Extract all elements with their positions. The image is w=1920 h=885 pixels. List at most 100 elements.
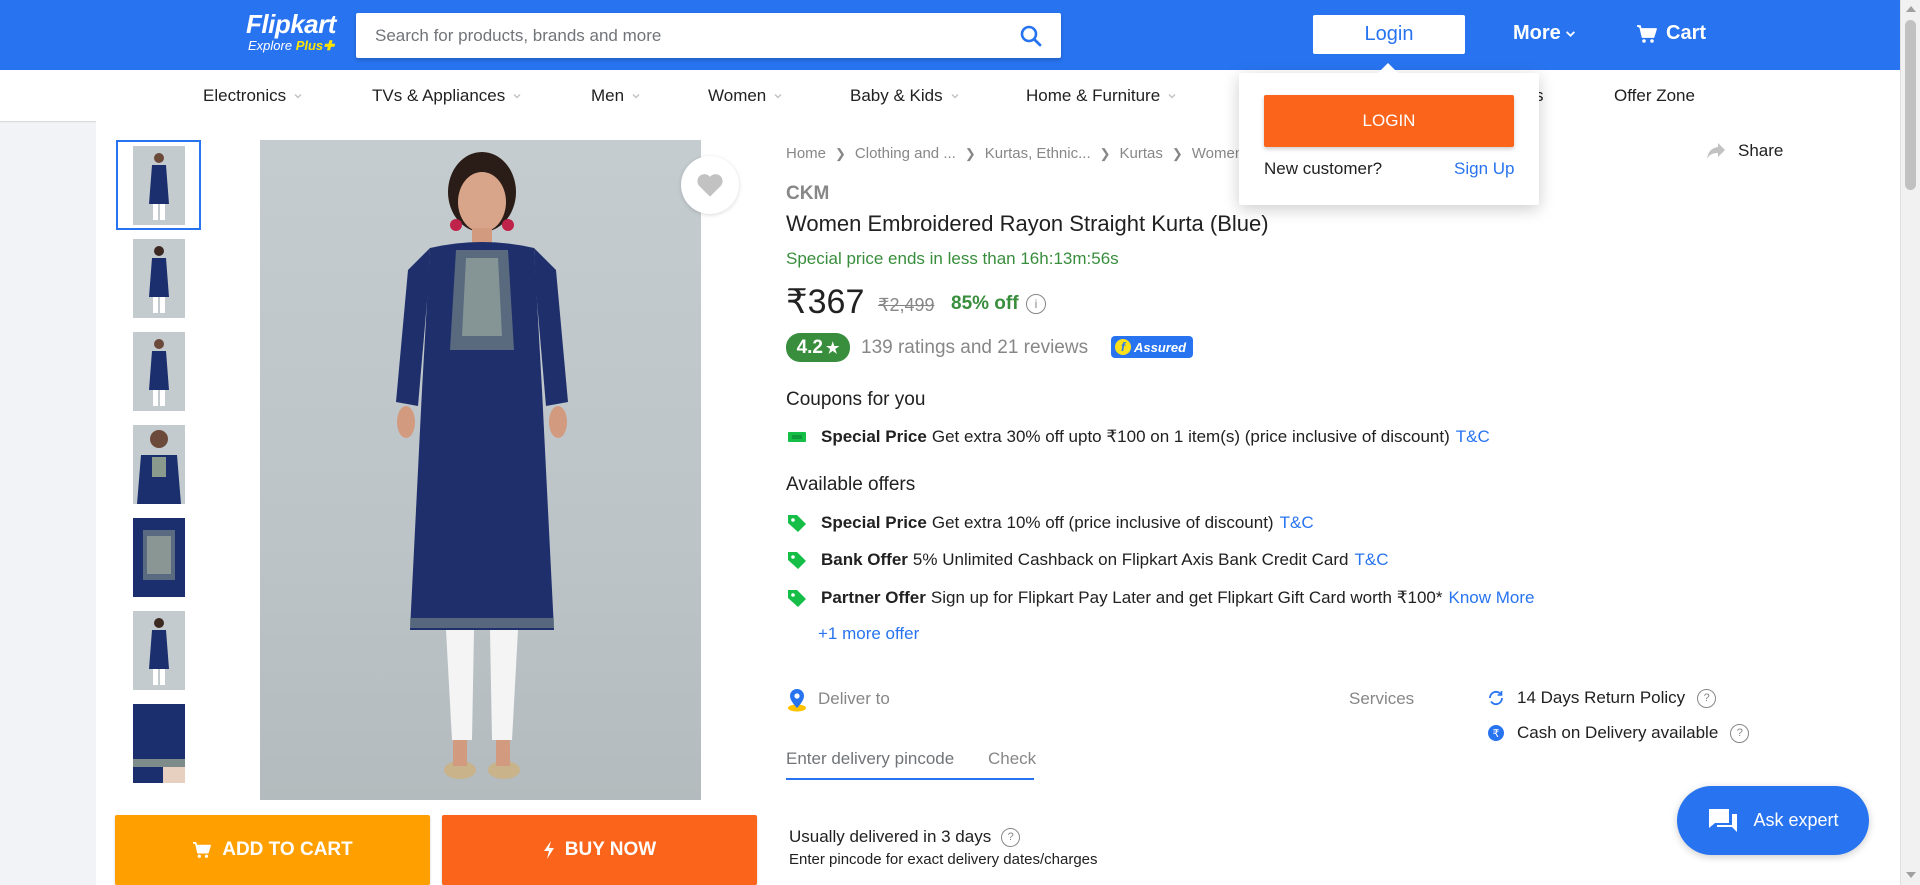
rating-summary[interactable]: 139 ratings and 21 reviews	[861, 337, 1088, 359]
thumbnail-5[interactable]	[116, 512, 201, 602]
chevron-right-icon: ❯	[964, 145, 976, 161]
product-main-image[interactable]	[260, 140, 701, 800]
product-brand: CKM	[786, 183, 830, 204]
thumbnail-3[interactable]	[116, 326, 201, 416]
category-baby-kids[interactable]: Baby & Kids	[850, 86, 960, 106]
thumbnail-1[interactable]	[116, 140, 201, 230]
category-home-furniture[interactable]: Home & Furniture	[1026, 86, 1177, 106]
share-icon	[1707, 143, 1725, 159]
search-icon[interactable]	[1019, 24, 1043, 48]
sign-up-link[interactable]: Sign Up	[1454, 159, 1514, 179]
chevron-right-icon: ❯	[835, 145, 846, 161]
help-icon[interactable]: ?	[1001, 827, 1021, 847]
breadcrumb-item[interactable]: Home	[786, 145, 826, 162]
chevron-right-icon: ❯	[1171, 145, 1183, 161]
rupee-coin-icon: ₹	[1488, 725, 1504, 741]
breadcrumb: Home ❯ Clothing and ... ❯ Kurtas, Ethnic..…	[786, 145, 1268, 162]
rating-badge[interactable]: 4.2 ★	[786, 333, 850, 362]
tag-icon	[788, 552, 806, 569]
lightning-icon	[543, 841, 554, 859]
page-scrollbar[interactable]	[1900, 0, 1920, 885]
thumbnail-2[interactable]	[116, 233, 201, 323]
top-header: Flipkart Explore Plus✚ Login More Cart	[0, 0, 1900, 70]
tag-icon	[788, 515, 806, 532]
service-item: ₹ Cash on Delivery available ?	[1487, 723, 1750, 743]
share-button[interactable]: Share	[1706, 141, 1783, 161]
thumbnail-6[interactable]	[116, 605, 201, 695]
heart-icon	[697, 174, 723, 197]
thumbnail-7[interactable]	[116, 698, 201, 788]
login-button[interactable]: Login	[1313, 15, 1465, 54]
check-pincode-button[interactable]: Check	[988, 749, 1036, 769]
pincode-input[interactable]	[786, 749, 976, 769]
scroll-up-arrow-icon[interactable]	[1906, 6, 1916, 12]
chevron-down-icon	[294, 94, 302, 99]
cart-icon	[193, 841, 212, 858]
pincode-field: Check	[786, 740, 1036, 780]
info-icon[interactable]: i	[1026, 294, 1046, 314]
chevron-down-icon	[774, 94, 782, 99]
offer-tc-link[interactable]: T&C	[1280, 513, 1314, 533]
product-mrp: ₹2,499	[878, 295, 935, 315]
offer-know-more-link[interactable]: Know More	[1449, 588, 1535, 608]
plus-icon: ✚	[323, 38, 335, 53]
assured-badge: f Assured	[1111, 336, 1193, 358]
product-thumbnail-image	[132, 424, 185, 504]
chevron-down-icon	[1168, 94, 1176, 99]
ask-expert-label: Ask expert	[1753, 810, 1839, 830]
more-menu-button[interactable]: More	[1513, 22, 1576, 45]
product-title: Women Embroidered Rayon Straight Kurta (…	[786, 211, 1269, 236]
rating-value: 4.2	[796, 336, 823, 358]
scrollbar-thumb[interactable]	[1905, 20, 1916, 190]
buy-now-button[interactable]: BUY NOW	[442, 815, 757, 885]
buy-now-label: BUY NOW	[564, 839, 657, 860]
logo-text: Flipkart	[246, 9, 336, 39]
share-label: Share	[1738, 141, 1784, 160]
category-bar: Electronics TVs & Appliances Men Women B…	[0, 70, 1900, 121]
scroll-down-arrow-icon[interactable]	[1906, 872, 1916, 878]
flipkart-f-icon: f	[1115, 339, 1131, 355]
more-label: More	[1513, 22, 1561, 44]
services-label: Services	[1349, 689, 1415, 708]
breadcrumb-item[interactable]: Kurtas	[1120, 145, 1163, 162]
model-illustration	[396, 152, 568, 779]
chevron-down-icon	[513, 94, 521, 99]
product-thumbnail-image	[132, 703, 185, 783]
more-offers-link[interactable]: +1 more offer	[818, 624, 919, 644]
category-women[interactable]: Women	[708, 86, 783, 106]
search-input[interactable]	[356, 13, 996, 58]
dropdown-login-button[interactable]: LOGIN	[1264, 95, 1514, 147]
offer-item: Special Price Get extra 10% off (price i…	[786, 513, 1314, 533]
coupon-tc-link[interactable]: T&C	[1456, 427, 1490, 447]
category-electronics[interactable]: Electronics	[203, 86, 303, 106]
wishlist-button[interactable]	[681, 156, 739, 214]
flipkart-logo[interactable]: Flipkart Explore Plus✚	[246, 10, 342, 58]
coupon-item: Special Price Get extra 30% off upto ₹10…	[786, 427, 1490, 447]
chat-icon	[1709, 808, 1738, 832]
product-thumbnail-image	[132, 331, 185, 411]
category-offer-zone[interactable]: Offer Zone	[1614, 86, 1695, 106]
ask-expert-button[interactable]: Ask expert	[1677, 786, 1869, 855]
add-to-cart-button[interactable]: ADD TO CART	[115, 815, 430, 885]
thumbnail-4[interactable]	[116, 419, 201, 509]
breadcrumb-item[interactable]: Kurtas, Ethnic...	[985, 145, 1091, 162]
coupons-heading: Coupons for you	[786, 389, 926, 410]
product-thumbnail-image	[132, 517, 185, 597]
chevron-down-icon	[1565, 31, 1575, 37]
delivery-estimate-note: Enter pincode for exact delivery dates/c…	[789, 851, 1098, 868]
offers-heading: Available offers	[786, 474, 916, 495]
discount-percent: 85% off	[951, 293, 1019, 314]
tag-icon	[788, 590, 806, 607]
offer-item: Partner Offer Sign up for Flipkart Pay L…	[786, 588, 1534, 608]
ticket-icon	[788, 432, 806, 442]
offer-tc-link[interactable]: T&C	[1355, 550, 1389, 570]
help-icon[interactable]: ?	[1730, 723, 1750, 743]
special-price-timer: Special price ends in less than 16h:13m:…	[786, 249, 1119, 268]
delivery-estimate: Usually delivered in 3 days ?	[789, 827, 1021, 847]
chevron-right-icon: ❯	[1099, 145, 1111, 161]
category-men[interactable]: Men	[591, 86, 641, 106]
cart-button[interactable]: Cart	[1636, 22, 1706, 45]
breadcrumb-item[interactable]: Clothing and ...	[855, 145, 956, 162]
category-tvs-appliances[interactable]: TVs & Appliances	[372, 86, 522, 106]
help-icon[interactable]: ?	[1697, 688, 1717, 708]
